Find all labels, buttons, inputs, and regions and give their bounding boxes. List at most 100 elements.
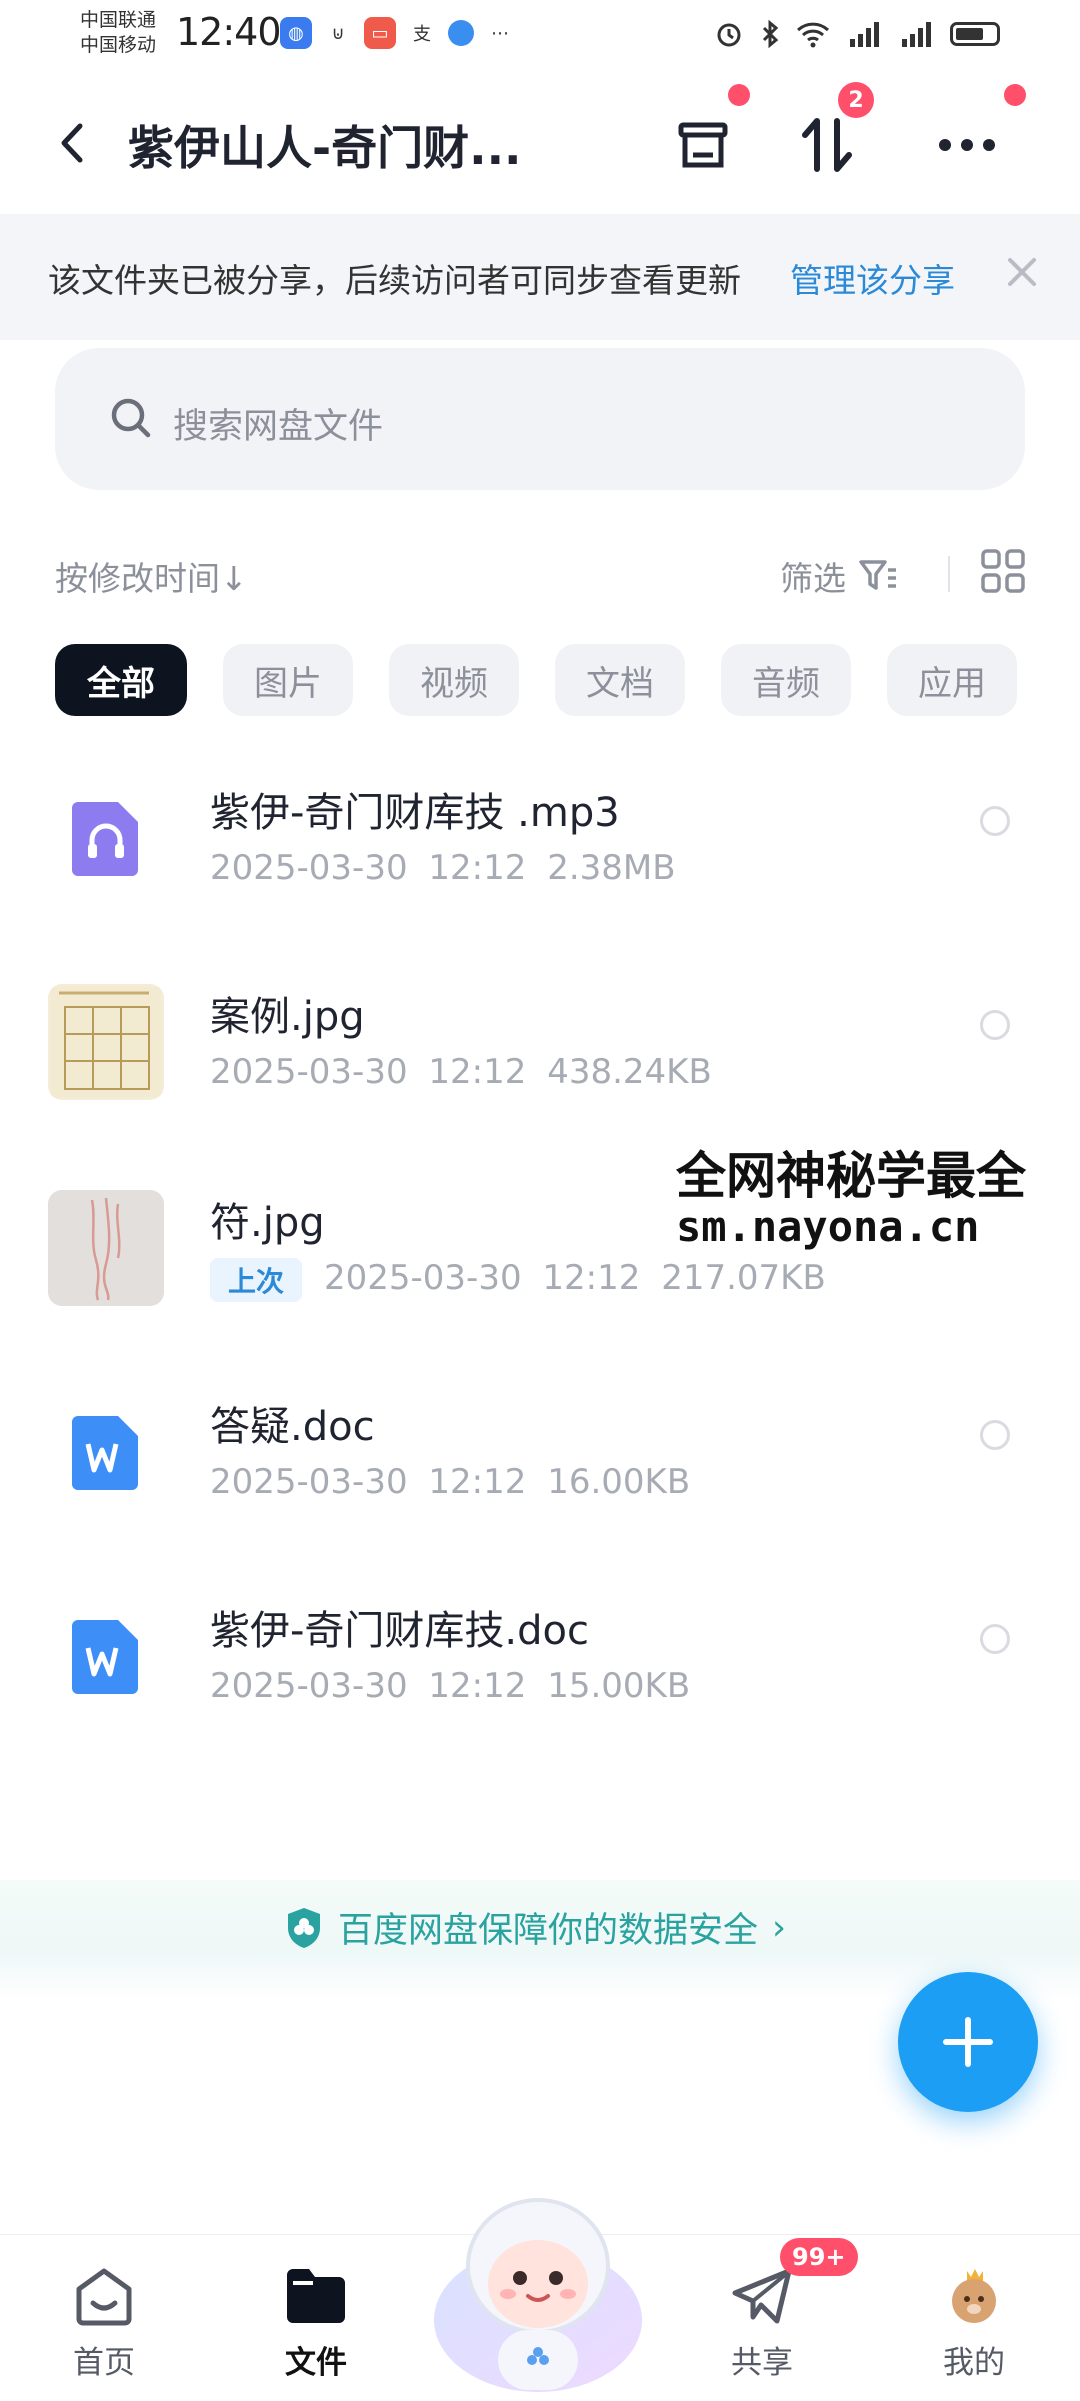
file-date: 2025-03-30 xyxy=(210,1462,408,1502)
mascot-assistant-button[interactable] xyxy=(428,2170,648,2400)
tab-images[interactable]: 图片 xyxy=(223,644,353,716)
image-thumbnail xyxy=(48,984,164,1100)
wifi-icon xyxy=(796,22,830,48)
app-notification-icon: ⊍ xyxy=(331,22,345,44)
alarm-icon xyxy=(717,23,741,47)
tab-audio[interactable]: 音频 xyxy=(721,644,851,716)
file-size: 217.07KB xyxy=(661,1258,826,1298)
search-icon xyxy=(111,398,151,438)
select-radio[interactable] xyxy=(980,1420,1010,1450)
share-notice-text: 该文件夹已被分享，后续访问者可同步查看更新 xyxy=(48,261,741,300)
file-size: 2.38MB xyxy=(547,848,676,888)
sort-button[interactable]: 按修改时间↓ xyxy=(55,552,248,600)
file-meta: 2025-03-30 12:12 2.38MB xyxy=(210,848,676,888)
file-date: 2025-03-30 xyxy=(324,1258,522,1298)
transfer-count-badge: 2 xyxy=(838,82,874,118)
transfer-arrows-icon xyxy=(802,118,852,172)
archive-box-icon xyxy=(678,122,728,168)
plus-icon xyxy=(943,2017,993,2067)
file-meta: 2025-03-30 12:12 16.00KB xyxy=(210,1462,690,1502)
file-size: 15.00KB xyxy=(547,1666,691,1706)
file-row[interactable]: 紫伊-奇门财库技.doc 2025-03-30 12:12 15.00KB xyxy=(0,1558,1080,1758)
nav-files[interactable]: 文件 xyxy=(246,2265,386,2382)
notification-dot xyxy=(1004,84,1026,106)
file-row[interactable]: 答疑.doc 2025-03-30 12:12 16.00KB xyxy=(0,1354,1080,1554)
nav-home[interactable]: 首页 xyxy=(34,2265,174,2382)
search-input[interactable]: 搜索网盘文件 xyxy=(55,348,1025,490)
file-meta: 2025-03-30 12:12 438.24KB xyxy=(210,1052,712,1092)
data-safety-banner[interactable]: 百度网盘保障你的数据安全 › xyxy=(0,1880,1080,2000)
status-time: 12:40 xyxy=(176,10,282,54)
safety-text: 百度网盘保障你的数据安全 xyxy=(338,1911,759,1951)
manage-share-link[interactable]: 管理该分享 xyxy=(790,254,955,302)
file-name: 答疑.doc xyxy=(210,1404,375,1450)
chevron-right-icon: › xyxy=(772,1907,787,1948)
file-meta: 2025-03-30 12:12 217.07KB xyxy=(324,1258,826,1298)
file-date: 2025-03-30 xyxy=(210,1052,408,1092)
file-time: 12:12 xyxy=(428,1052,527,1092)
word-doc-icon xyxy=(72,1620,138,1694)
grid-view-icon[interactable] xyxy=(980,548,1026,594)
transfer-button[interactable]: 2 xyxy=(792,82,874,180)
carrier-1: 中国联通 xyxy=(80,9,157,31)
tab-videos[interactable]: 视频 xyxy=(389,644,519,716)
carrier-2: 中国移动 xyxy=(80,34,157,56)
file-date: 2025-03-30 xyxy=(210,1666,408,1706)
folder-icon xyxy=(287,2269,345,2323)
category-tabs: 全部 图片 视频 文档 音频 应用 xyxy=(55,644,1017,716)
filter-icon xyxy=(859,560,896,590)
nav-share-label: 共享 xyxy=(731,2345,793,2381)
carrier-info: 中国联通 中国移动 xyxy=(80,8,156,58)
watermark-line-2: sm.nayona.cn xyxy=(676,1202,980,1251)
share-count-badge: 99+ xyxy=(780,2238,858,2276)
tab-apps[interactable]: 应用 xyxy=(887,644,1017,716)
file-time: 12:12 xyxy=(542,1258,641,1298)
audio-file-icon xyxy=(72,802,138,876)
send-plane-icon xyxy=(732,2268,792,2324)
select-radio[interactable] xyxy=(980,1010,1010,1040)
notification-dot xyxy=(728,84,750,106)
battery-icon xyxy=(950,22,1000,46)
avatar-icon xyxy=(952,2269,996,2323)
image-thumbnail xyxy=(48,1190,164,1306)
tab-documents[interactable]: 文档 xyxy=(555,644,685,716)
file-icon xyxy=(48,1394,164,1510)
close-icon[interactable] xyxy=(1002,252,1042,292)
divider xyxy=(948,556,950,592)
nav-me[interactable]: 我的 xyxy=(904,2265,1044,2382)
file-row[interactable]: 案例.jpg 2025-03-30 12:12 438.24KB xyxy=(0,944,1080,1144)
word-doc-icon xyxy=(72,1416,138,1490)
filter-button[interactable]: 筛选 xyxy=(780,552,898,600)
file-time: 12:12 xyxy=(428,848,527,888)
add-button[interactable] xyxy=(898,1972,1038,2112)
file-icon xyxy=(48,780,164,896)
alipay-icon: 支 xyxy=(413,24,431,45)
file-row[interactable]: 紫伊-奇门财库技 .mp3 2025-03-30 12:12 2.38MB xyxy=(0,740,1080,940)
back-arrow-icon[interactable] xyxy=(52,118,92,168)
nav-share[interactable]: 共享 xyxy=(692,2265,832,2382)
more-options-button[interactable] xyxy=(932,84,1026,180)
shield-icon xyxy=(288,1907,320,1948)
sort-arrow-icon: ↓ xyxy=(220,559,248,598)
home-icon xyxy=(76,2268,132,2326)
grid-chart-thumbnail xyxy=(51,987,161,1097)
file-icon xyxy=(48,1598,164,1714)
file-date: 2025-03-30 xyxy=(210,848,408,888)
select-radio[interactable] xyxy=(980,1624,1010,1654)
nav-files-label: 文件 xyxy=(285,2345,347,2381)
shopping-app-icon: ▭ xyxy=(364,17,396,49)
file-size: 438.24KB xyxy=(547,1052,712,1092)
filter-label: 筛选 xyxy=(780,559,846,598)
file-size: 16.00KB xyxy=(547,1462,691,1502)
app-notification-icon: ◍ xyxy=(280,17,312,49)
nav-me-label: 我的 xyxy=(943,2345,1005,2381)
search-placeholder: 搜索网盘文件 xyxy=(173,407,384,447)
more-notifications-icon: ⋯ xyxy=(491,22,509,44)
watermark-line-1: 全网神秘学最全 xyxy=(676,1147,1026,1205)
recycle-bin-button[interactable] xyxy=(668,84,750,180)
file-name: 紫伊-奇门财库技.doc xyxy=(210,1608,590,1654)
tab-all[interactable]: 全部 xyxy=(55,644,187,716)
file-name: 符.jpg xyxy=(210,1200,325,1246)
select-radio[interactable] xyxy=(980,806,1010,836)
system-icons xyxy=(714,16,1000,52)
